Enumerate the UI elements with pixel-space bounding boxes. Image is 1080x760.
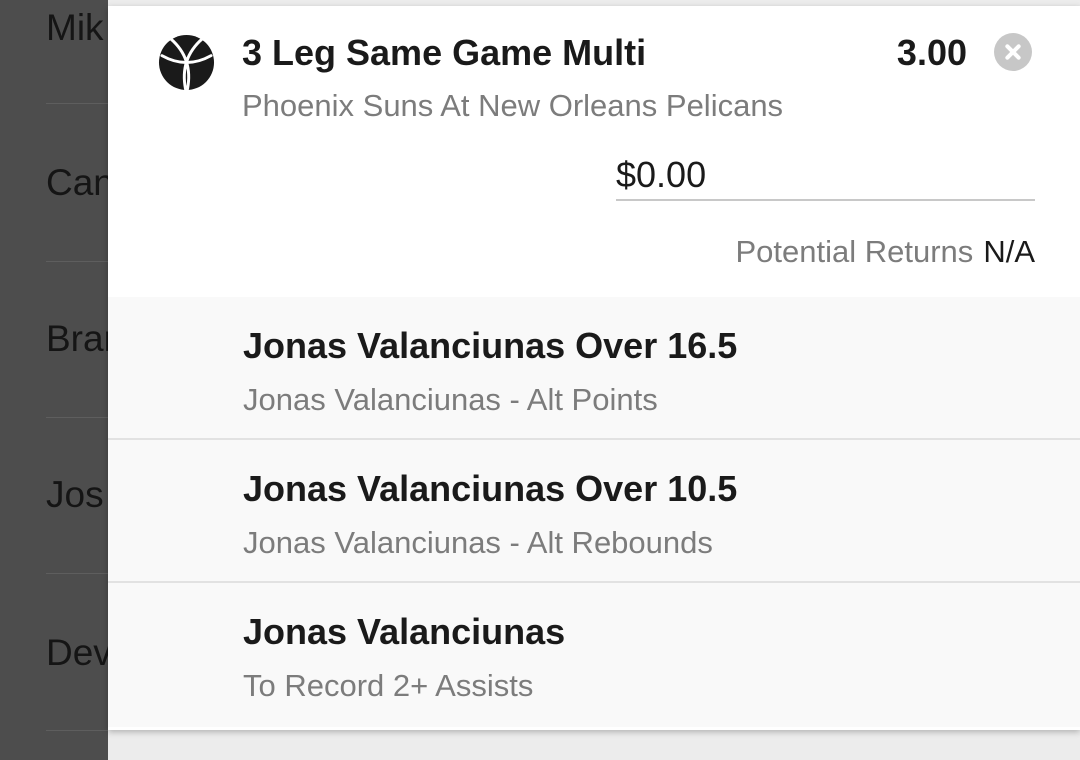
background-list-item: Jos (46, 474, 104, 515)
leg-title: Jonas Valanciunas (243, 611, 566, 652)
background-list-item: Dev (46, 632, 108, 673)
background-list-item: Can (46, 162, 108, 203)
close-icon[interactable] (994, 33, 1032, 71)
basketball-icon (158, 34, 215, 91)
bet-title: 3 Leg Same Game Multi (242, 32, 647, 73)
divider (46, 261, 108, 262)
bet-odds: 3.00 (896, 32, 967, 73)
divider (46, 417, 108, 418)
leg-market: Jonas Valanciunas - Alt Points (243, 382, 658, 417)
bet-legs: Jonas Valanciunas Over 16.5 Jonas Valanc… (108, 297, 1080, 727)
background-list-item: Bran (46, 318, 108, 359)
bet-header: 3 Leg Same Game Multi 3.00 Phoenix Suns … (108, 6, 1080, 299)
bet-leg: Jonas Valanciunas Over 16.5 Jonas Valanc… (108, 297, 1080, 440)
stake-input[interactable] (616, 151, 1035, 201)
potential-returns: Potential Returns N/A (736, 234, 1036, 270)
potential-returns-label: Potential Returns (735, 234, 974, 269)
leg-market: To Record 2+ Assists (243, 668, 534, 703)
divider (46, 103, 108, 104)
leg-title: Jonas Valanciunas Over 10.5 (243, 468, 738, 509)
bet-leg: Jonas Valanciunas To Record 2+ Assists (108, 583, 1080, 727)
potential-returns-value: N/A (983, 234, 1035, 269)
event-name: Phoenix Suns At New Orleans Pelicans (242, 88, 784, 123)
divider (46, 573, 108, 574)
leg-title: Jonas Valanciunas Over 16.5 (243, 325, 738, 366)
bet-slip-card: 3 Leg Same Game Multi 3.00 Phoenix Suns … (108, 6, 1080, 730)
background-list: Mik Can Bran Jos Dev (0, 0, 108, 760)
divider (46, 730, 108, 731)
background-list-item: Mik (46, 7, 104, 48)
bet-leg: Jonas Valanciunas Over 10.5 Jonas Valanc… (108, 440, 1080, 583)
leg-market: Jonas Valanciunas - Alt Rebounds (243, 525, 713, 560)
